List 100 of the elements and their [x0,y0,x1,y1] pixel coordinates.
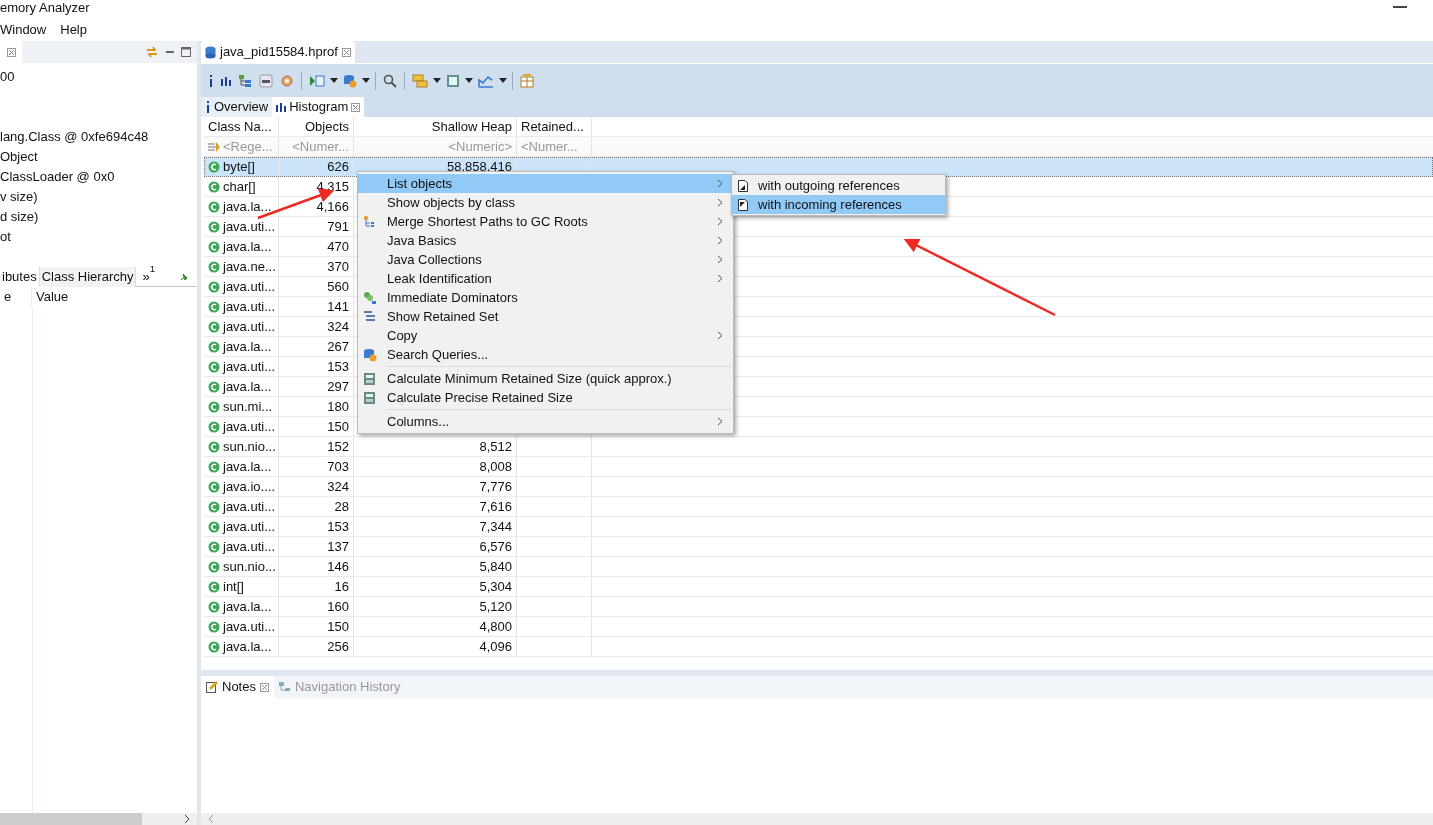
table-cell-text: byte[] [223,157,255,176]
column-header[interactable]: Retained... [517,117,592,136]
menu-item[interactable]: Help [60,20,87,40]
tree-item[interactable]: lang.Class @ 0xfe694c48 [0,127,197,147]
menu-item[interactable]: Search Queries... [358,345,733,364]
sync-icon[interactable] [145,45,159,59]
menu-item[interactable]: Merge Shortest Paths to GC Roots [358,212,733,231]
incoming-references-icon [738,198,748,211]
class-icon [208,320,220,333]
table-cell: 141 [279,297,354,316]
column-header[interactable]: Value [32,287,69,307]
column-header[interactable]: Class Na... [204,117,279,136]
close-icon[interactable] [351,102,361,112]
minimize-icon[interactable] [1393,6,1407,10]
menu-item[interactable]: Leak Identification [358,269,733,288]
window-title: emory Analyzer [0,0,91,17]
database-gear-icon[interactable] [343,73,357,88]
scroll-left-icon[interactable] [207,814,215,824]
tree-item[interactable]: v size) [0,187,197,207]
filter-icon [208,141,220,152]
histogram-icon[interactable] [221,75,231,86]
class-icon [208,260,220,273]
menu-item[interactable]: Java Collections [358,250,733,269]
class-icon [208,560,220,573]
table-cell-text: sun.nio... [223,557,276,576]
editor-subtab[interactable]: Overview [201,97,273,117]
menu-item[interactable]: Calculate Precise Retained Size [358,388,733,407]
class-icon [208,380,220,393]
column-header[interactable]: e [0,287,32,307]
dropdown-caret-icon[interactable] [465,78,473,83]
info-icon[interactable] [205,101,211,113]
query-icon[interactable] [259,73,273,88]
menu-item[interactable]: List objects [358,174,733,193]
editor-tab[interactable]: java_pid15584.hprof [201,41,355,63]
table-cell-text: java.la... [223,237,272,256]
class-icon [208,220,220,233]
menu-item[interactable]: Columns... [358,412,733,431]
export-icon[interactable] [478,73,494,88]
panel-tab[interactable]: Class Hierarchy [39,266,137,287]
close-icon[interactable] [259,682,269,692]
scrollbar-thumb[interactable] [0,813,142,825]
menu-item[interactable]: Immediate Dominators [358,288,733,307]
menu-item[interactable]: Show objects by class [358,193,733,212]
dropdown-caret-icon[interactable] [499,78,507,83]
database-icon [205,45,216,59]
table-cell-text: java.uti... [223,317,276,336]
run-icon[interactable] [309,73,325,88]
maximize-icon[interactable] [181,47,191,57]
table-cell: 137 [279,537,354,556]
menu-item[interactable]: Java Basics [358,231,733,250]
class-icon [208,440,220,453]
tree-item[interactable]: d size) [0,207,197,227]
table-cell: 146 [279,557,354,576]
table-cell: 4,800 [354,617,517,636]
dropdown-caret-icon[interactable] [362,78,370,83]
scroll-right-icon[interactable] [183,814,191,824]
table-cell: 16 [279,577,354,596]
menu-item[interactable]: with outgoing references [732,176,945,195]
table-cell: 5,304 [354,577,517,596]
tree-item[interactable]: ClassLoader @ 0x0 [0,167,197,187]
panel-tab[interactable]: ibutes [0,266,40,287]
class-icon [208,500,220,513]
table-cell-text: sun.nio... [223,437,276,456]
gear-icon[interactable] [280,73,294,88]
panel-tab[interactable]: Notes [201,676,274,698]
table-cell: 153 [279,357,354,376]
dropdown-caret-icon[interactable] [433,78,441,83]
class-icon [208,460,220,473]
menu-item[interactable]: Calculate Minimum Retained Size (quick approx.) [358,369,733,388]
info-icon[interactable] [208,74,214,87]
menu-item[interactable]: Show Retained Set [358,307,733,326]
compare-icon[interactable] [520,73,534,88]
menu-item[interactable]: Copy [358,326,733,345]
calculator-icon[interactable] [446,73,460,88]
class-icon [208,600,220,613]
table-cell-text: java.uti... [223,217,276,236]
dropdown-caret-icon[interactable] [330,78,338,83]
menu-item[interactable]: with incoming references [732,195,945,214]
search-icon[interactable] [383,73,397,88]
tree-item[interactable]: 00 [0,67,197,87]
close-icon[interactable] [341,47,351,57]
table-cell: 7,616 [354,497,517,516]
tree-item[interactable]: Object [0,147,197,167]
table-cell-text: java.uti... [223,617,276,636]
column-header[interactable]: Shallow Heap [354,117,517,136]
table-cell: 7,776 [354,477,517,496]
editor-subtab[interactable]: Histogram [272,97,365,117]
history-icon [278,681,291,693]
class-icon [208,180,220,193]
histogram-icon[interactable] [276,102,287,112]
column-header[interactable]: Objects [279,117,354,136]
table-cell-text: java.uti... [223,517,276,536]
tree-icon[interactable] [238,73,252,88]
pin-icon[interactable] [179,271,189,282]
tree-item[interactable]: ot [0,227,197,247]
class-icon [208,400,220,413]
class-icon [208,520,220,533]
menu-item[interactable]: Window [0,20,47,40]
table-cell: 324 [279,317,354,336]
close-icon[interactable] [6,47,16,57]
